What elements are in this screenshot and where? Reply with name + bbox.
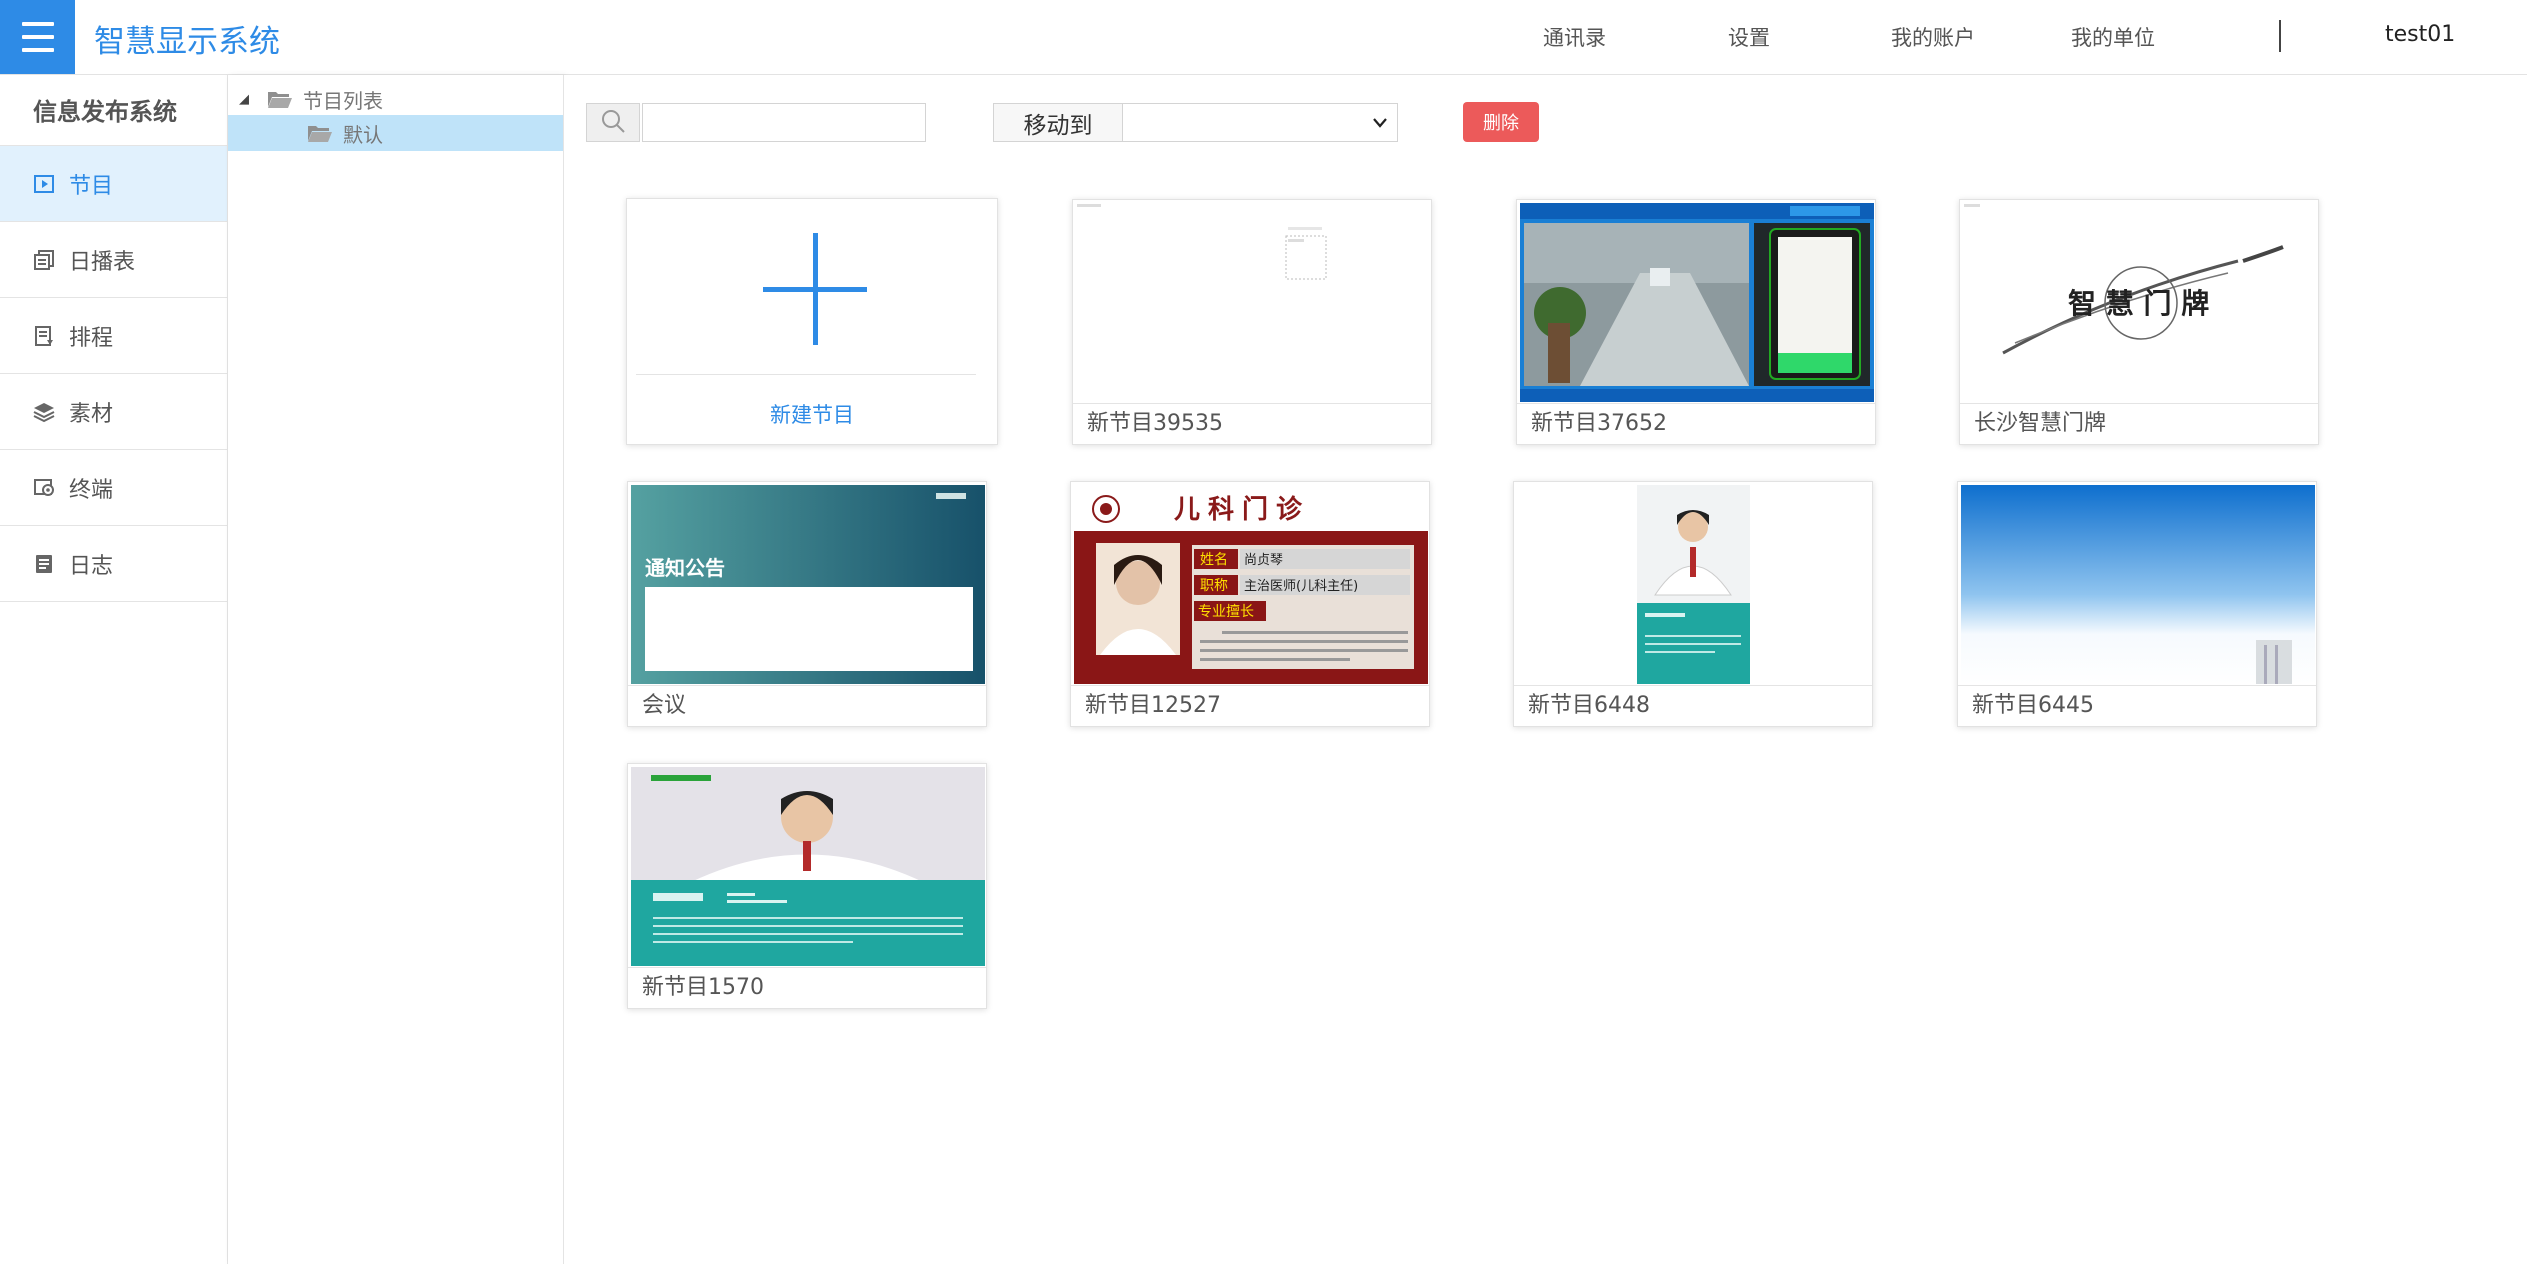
program-card[interactable]: 通知公告 会议 [627,481,987,727]
program-card[interactable]: 新节目6448 [1513,481,1873,727]
sidebar: 信息发布系统 节目 日播表 排程 素材 终端 日志 [0,75,228,1264]
sidebar-item-program[interactable]: 节目 [0,146,227,222]
collapse-triangle-icon[interactable]: ◢ [239,92,249,107]
tree-node-label: 节目列表 [303,88,383,113]
clinic-title-value: 主治医师(儿科主任) [1244,579,1358,594]
material-layers-icon [33,401,55,423]
sidebar-title: 信息发布系统 [0,75,227,146]
program-name: 新节目6448 [1514,685,1872,726]
sidebar-item-material[interactable]: 素材 [0,374,227,450]
tree-node-label: 默认 [343,122,383,147]
sidebar-item-label: 素材 [69,401,114,427]
hamburger-icon [21,22,54,26]
program-thumbnail [1076,203,1430,402]
program-name: 新节目39535 [1073,403,1431,444]
app-title: 智慧显示系统 [94,24,280,60]
sidebar-item-label: 日播表 [69,249,136,275]
program-card[interactable]: 新节目37652 [1516,199,1876,445]
program-thumbnail [1961,485,2315,684]
scheduling-icon [33,325,55,347]
main-content: 移动到 删除 新建节目 新节目39535 新节目37652 智 慧 门 牌 长沙… [564,75,2527,1264]
hamburger-icon [21,35,54,39]
top-bar: 智慧显示系统 通讯录 设置 我的账户 我的单位 test01 [0,0,2527,75]
notice-title: 通知公告 [645,556,725,580]
nav-settings[interactable]: 设置 [1728,22,1770,52]
program-name: 新节目12527 [1071,685,1429,726]
sidebar-item-daily-schedule[interactable]: 日播表 [0,222,227,298]
program-card[interactable]: 新节目1570 [627,763,987,1009]
sidebar-item-label: 日志 [69,553,114,579]
tree-node-root[interactable]: ◢ 节目列表 [228,81,563,117]
menu-toggle-button[interactable] [0,0,75,74]
clinic-title-key: 职称 [1200,578,1228,594]
nav-my-account[interactable]: 我的账户 [1891,22,1975,52]
move-to-select[interactable] [1122,103,1398,142]
sidebar-item-log[interactable]: 日志 [0,526,227,602]
clinic-name-value: 尚贞琴 [1244,553,1283,568]
program-name: 新节目1570 [628,967,986,1008]
program-card[interactable]: 新节目39535 [1072,199,1432,445]
hamburger-icon [21,48,54,52]
program-thumbnail: 儿科门诊 姓名 尚贞琴 职称 主治医师(儿科主任) 专业擅长 [1074,485,1428,684]
search-button[interactable] [586,103,640,142]
sidebar-item-label: 节目 [69,173,114,199]
move-to-label: 移动到 [993,103,1123,142]
search-icon [599,107,627,139]
clinic-name-key: 姓名 [1200,552,1228,568]
chevron-down-icon [1373,113,1387,132]
program-name: 会议 [628,685,986,726]
clinic-title: 儿科门诊 [1174,494,1310,525]
nav-contacts[interactable]: 通讯录 [1543,22,1606,52]
new-program-card[interactable]: 新建节目 [626,198,998,445]
folder-open-icon [267,89,293,109]
user-menu[interactable]: test01 [2385,22,2455,47]
program-name: 长沙智慧门牌 [1960,403,2318,444]
sidebar-item-terminal[interactable]: 终端 [0,450,227,526]
program-name: 新节目6445 [1958,685,2316,726]
delete-button[interactable]: 删除 [1463,102,1539,142]
clinic-specialty-key: 专业擅长 [1198,603,1254,620]
program-card[interactable]: 智 慧 门 牌 长沙智慧门牌 [1959,199,2319,445]
plus-icon [763,233,867,345]
nav-divider [2279,20,2281,52]
sidebar-item-label: 排程 [69,325,114,351]
tree-node-default[interactable]: 默认 [228,115,563,151]
program-thumbnail [1517,485,1871,684]
program-tree: ◢ 节目列表 默认 [228,75,564,1264]
program-thumbnail: 智 慧 门 牌 [1963,203,2317,402]
program-thumbnail [631,767,985,966]
program-card[interactable]: 新节目6445 [1957,481,2317,727]
daily-schedule-icon [33,249,55,271]
search-input[interactable] [642,103,926,142]
program-icon [33,173,55,195]
new-program-label: 新建节目 [770,403,854,427]
program-thumbnail [1520,203,1874,402]
terminal-icon [33,477,55,499]
program-thumbnail: 通知公告 [631,485,985,684]
nav-my-unit[interactable]: 我的单位 [2071,22,2155,52]
log-icon [33,553,55,575]
sidebar-item-scheduling[interactable]: 排程 [0,298,227,374]
program-card[interactable]: 儿科门诊 姓名 尚贞琴 职称 主治医师(儿科主任) 专业擅长 新节目12527 [1070,481,1430,727]
folder-open-icon [307,123,333,143]
program-name: 新节目37652 [1517,403,1875,444]
doorplate-title: 智 慧 门 牌 [2068,287,2209,320]
sidebar-item-label: 终端 [69,477,114,503]
